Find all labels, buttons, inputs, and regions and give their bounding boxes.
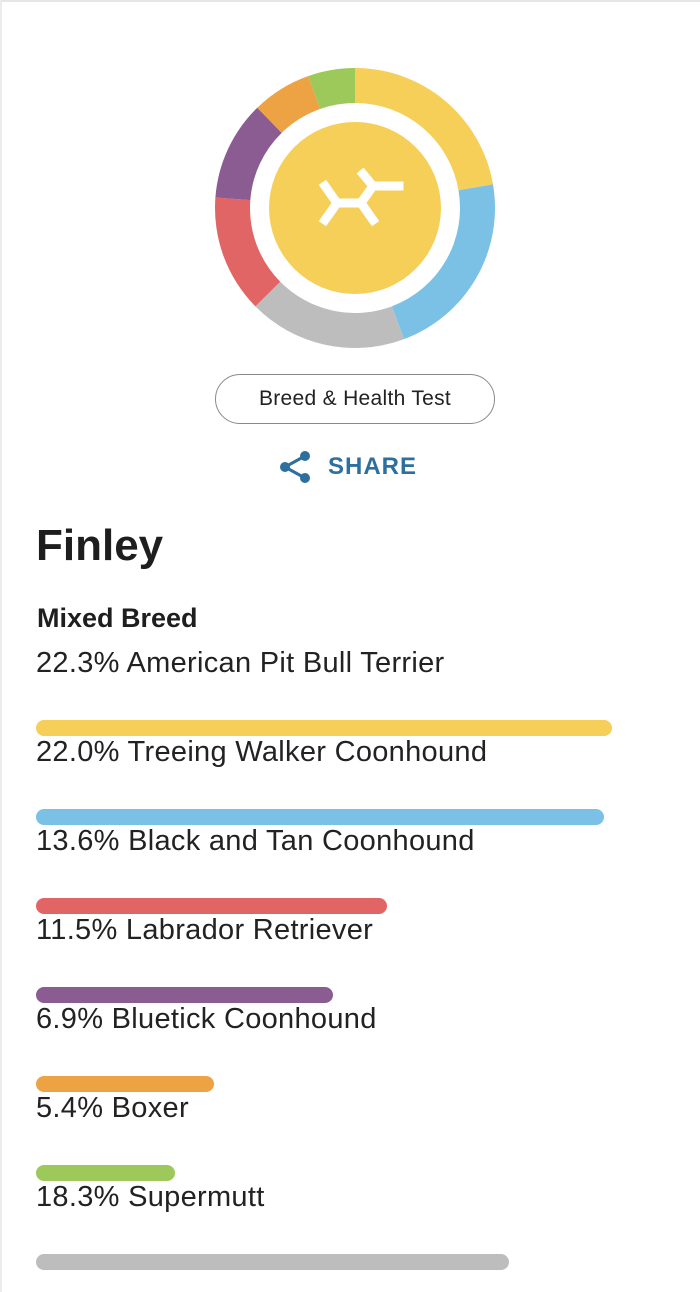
breed-label-supermutt[interactable]: 18.3% Supermutt [36, 1177, 265, 1217]
breed-breakdown-list: 22.3% American Pit Bull Terrier 22.0% Tre… [2, 2, 700, 1292]
breed-label-black-and-tan-coonhound[interactable]: 13.6% Black and Tan Coonhound [36, 821, 475, 861]
breed-label-labrador-retriever[interactable]: 11.5% Labrador Retriever [36, 910, 373, 950]
breed-results-page: Breed & Health Test SHARE Finley Mixed B… [0, 0, 700, 1292]
breed-bar-supermutt [36, 1254, 509, 1270]
breed-label-bluetick-coonhound[interactable]: 6.9% Bluetick Coonhound [36, 999, 377, 1039]
breed-label-treeing-walker-coonhound[interactable]: 22.0% Treeing Walker Coonhound [36, 732, 487, 772]
breed-label-american-pit-bull-terrier[interactable]: 22.3% American Pit Bull Terrier [36, 643, 445, 683]
breed-label-boxer[interactable]: 5.4% Boxer [36, 1088, 189, 1128]
